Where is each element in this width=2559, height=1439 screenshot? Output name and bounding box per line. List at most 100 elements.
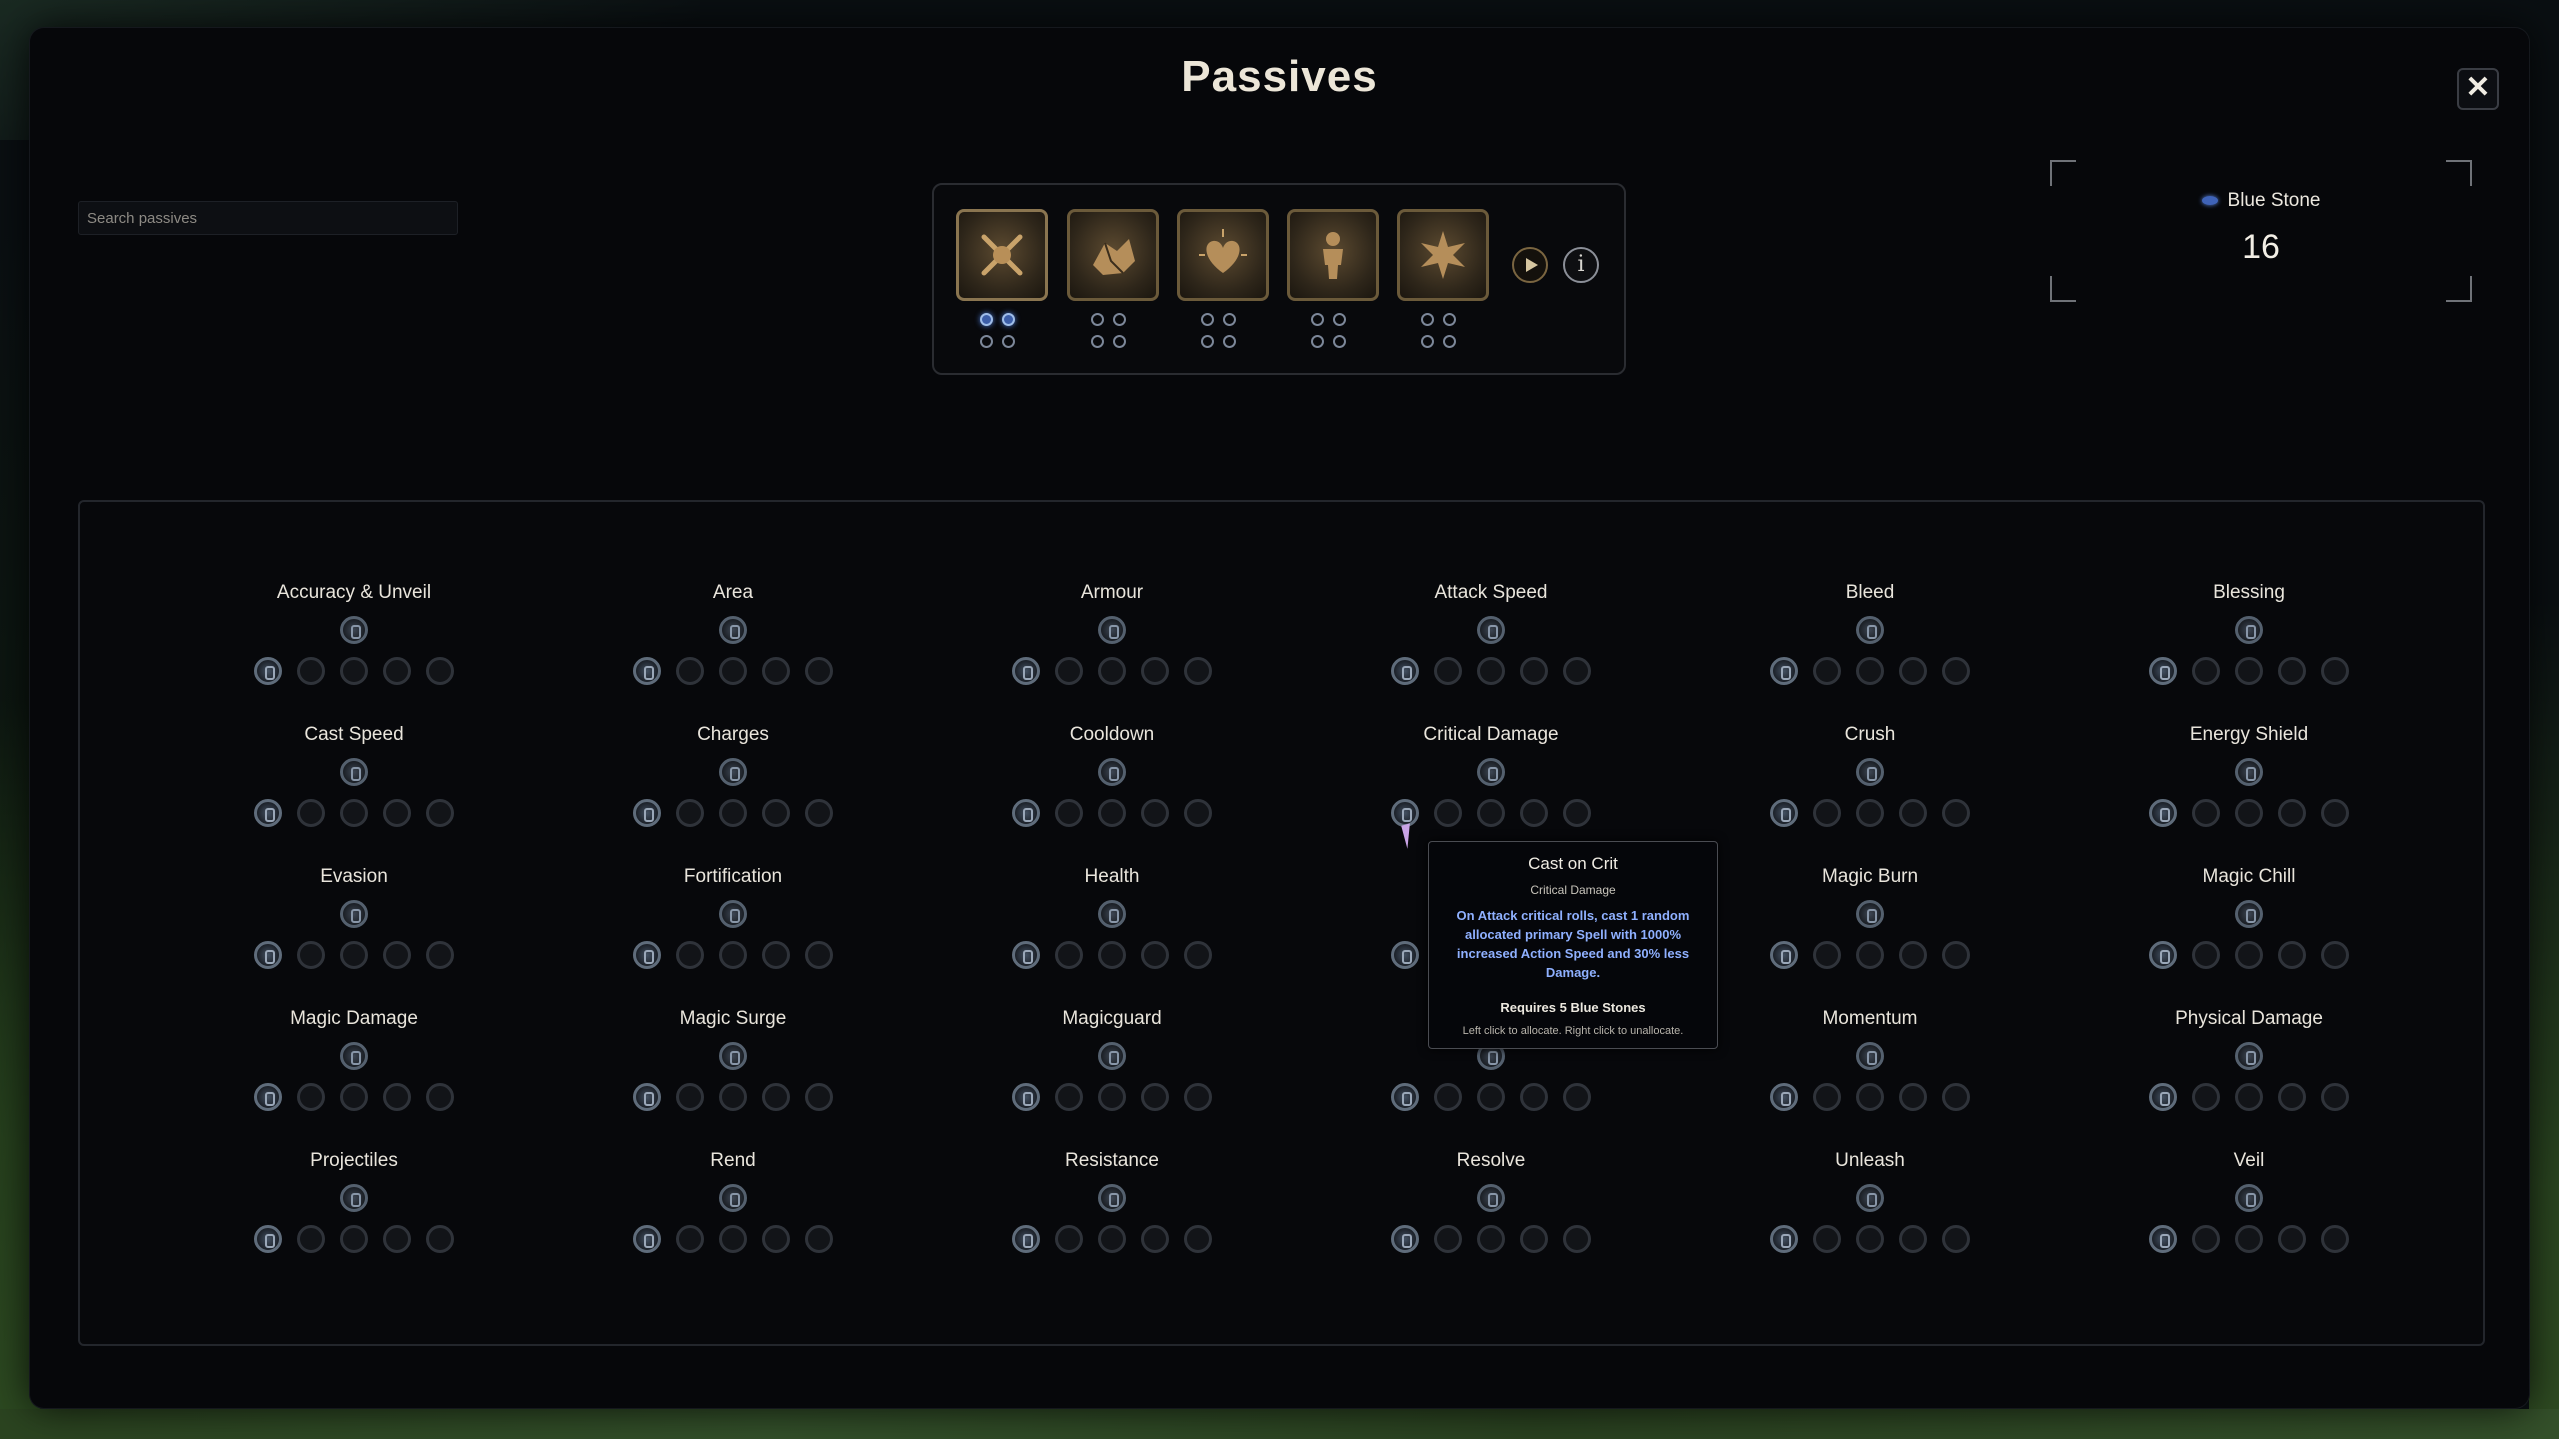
passive-node[interactable]: [2235, 657, 2263, 685]
passive-node-root[interactable]: [1098, 900, 1126, 928]
passive-node[interactable]: [762, 1083, 790, 1111]
passive-node-root[interactable]: [1098, 758, 1126, 786]
passive-node[interactable]: [1942, 657, 1970, 685]
passive-node[interactable]: [1055, 1225, 1083, 1253]
passive-node[interactable]: [1899, 1225, 1927, 1253]
passive-node-root[interactable]: [719, 1184, 747, 1212]
passive-node[interactable]: [1856, 657, 1884, 685]
passive-node[interactable]: [254, 1225, 282, 1253]
passive-node[interactable]: [2149, 657, 2177, 685]
passive-node-root[interactable]: [2235, 758, 2263, 786]
passive-node[interactable]: [1477, 1225, 1505, 1253]
passive-node[interactable]: [1856, 1225, 1884, 1253]
passive-node[interactable]: [676, 1225, 704, 1253]
passive-node[interactable]: [1942, 1083, 1970, 1111]
passive-node[interactable]: [1899, 657, 1927, 685]
passive-node-root[interactable]: [1856, 1184, 1884, 1212]
passive-node[interactable]: [1520, 657, 1548, 685]
passive-node[interactable]: [297, 657, 325, 685]
passive-node[interactable]: [2192, 1083, 2220, 1111]
passive-node-root[interactable]: [719, 616, 747, 644]
passive-node[interactable]: [1141, 941, 1169, 969]
passive-node[interactable]: [383, 1083, 411, 1111]
passive-node[interactable]: [719, 799, 747, 827]
passive-node[interactable]: [1098, 1083, 1126, 1111]
passive-node[interactable]: [1141, 657, 1169, 685]
passive-node[interactable]: [1813, 799, 1841, 827]
passive-node-root[interactable]: [1856, 900, 1884, 928]
passive-node[interactable]: [633, 799, 661, 827]
passive-node[interactable]: [1770, 657, 1798, 685]
passive-node[interactable]: [297, 1225, 325, 1253]
passive-node[interactable]: [762, 941, 790, 969]
passive-node[interactable]: [2149, 941, 2177, 969]
passive-node-root[interactable]: [340, 1042, 368, 1070]
passive-node[interactable]: [254, 799, 282, 827]
passive-node[interactable]: [2149, 799, 2177, 827]
passive-node[interactable]: [1391, 941, 1419, 969]
passive-node[interactable]: [340, 799, 368, 827]
passive-node-root[interactable]: [1477, 758, 1505, 786]
passive-node[interactable]: [1141, 1225, 1169, 1253]
passive-node-root[interactable]: [1098, 616, 1126, 644]
passive-node[interactable]: [2149, 1083, 2177, 1111]
passive-node[interactable]: [633, 941, 661, 969]
passive-node[interactable]: [2192, 657, 2220, 685]
passive-node[interactable]: [1770, 1225, 1798, 1253]
passive-node[interactable]: [2321, 1225, 2349, 1253]
passive-node[interactable]: [383, 657, 411, 685]
loadout-slot-5[interactable]: [1397, 209, 1489, 301]
passive-node[interactable]: [1434, 1083, 1462, 1111]
passive-node[interactable]: [2278, 1225, 2306, 1253]
passive-node-root[interactable]: [1856, 1042, 1884, 1070]
passive-node[interactable]: [719, 657, 747, 685]
passive-node[interactable]: [1942, 941, 1970, 969]
passive-node[interactable]: [1391, 657, 1419, 685]
passive-node[interactable]: [2235, 1225, 2263, 1253]
passive-node[interactable]: [762, 657, 790, 685]
passive-node-root[interactable]: [2235, 900, 2263, 928]
passive-node[interactable]: [1813, 1083, 1841, 1111]
passive-node[interactable]: [1012, 799, 1040, 827]
passive-node[interactable]: [254, 941, 282, 969]
passive-node[interactable]: [762, 1225, 790, 1253]
passive-node[interactable]: [1012, 1083, 1040, 1111]
passive-node[interactable]: [1520, 799, 1548, 827]
passive-node[interactable]: [1899, 941, 1927, 969]
passive-node[interactable]: [1141, 1083, 1169, 1111]
passive-node[interactable]: [340, 657, 368, 685]
passive-node[interactable]: [676, 941, 704, 969]
passive-node[interactable]: [297, 799, 325, 827]
passive-node[interactable]: [1856, 799, 1884, 827]
passive-node[interactable]: [2192, 799, 2220, 827]
passive-node[interactable]: [1477, 1083, 1505, 1111]
passive-node-root[interactable]: [2235, 616, 2263, 644]
passive-node[interactable]: [1434, 1225, 1462, 1253]
passive-node[interactable]: [426, 657, 454, 685]
passive-node[interactable]: [2278, 941, 2306, 969]
passive-node[interactable]: [1770, 1083, 1798, 1111]
passive-node[interactable]: [340, 1225, 368, 1253]
passive-node[interactable]: [633, 1225, 661, 1253]
passive-node[interactable]: [1055, 657, 1083, 685]
passive-node[interactable]: [1899, 1083, 1927, 1111]
passive-node-root[interactable]: [340, 616, 368, 644]
passive-node-root[interactable]: [2235, 1184, 2263, 1212]
passive-node[interactable]: [297, 941, 325, 969]
passive-node[interactable]: [2235, 1083, 2263, 1111]
passive-node[interactable]: [2235, 941, 2263, 969]
passive-node[interactable]: [426, 799, 454, 827]
passive-node[interactable]: [1563, 1225, 1591, 1253]
passive-node[interactable]: [383, 1225, 411, 1253]
passive-node[interactable]: [1813, 1225, 1841, 1253]
passive-node[interactable]: [676, 1083, 704, 1111]
info-icon[interactable]: i: [1563, 247, 1599, 283]
passive-node[interactable]: [1520, 1083, 1548, 1111]
passive-node[interactable]: [2321, 657, 2349, 685]
passive-node[interactable]: [426, 1225, 454, 1253]
passive-node[interactable]: [2278, 657, 2306, 685]
passive-node[interactable]: [1055, 1083, 1083, 1111]
close-button[interactable]: ✕: [2457, 68, 2499, 110]
passive-node[interactable]: [2192, 941, 2220, 969]
passive-node[interactable]: [633, 1083, 661, 1111]
